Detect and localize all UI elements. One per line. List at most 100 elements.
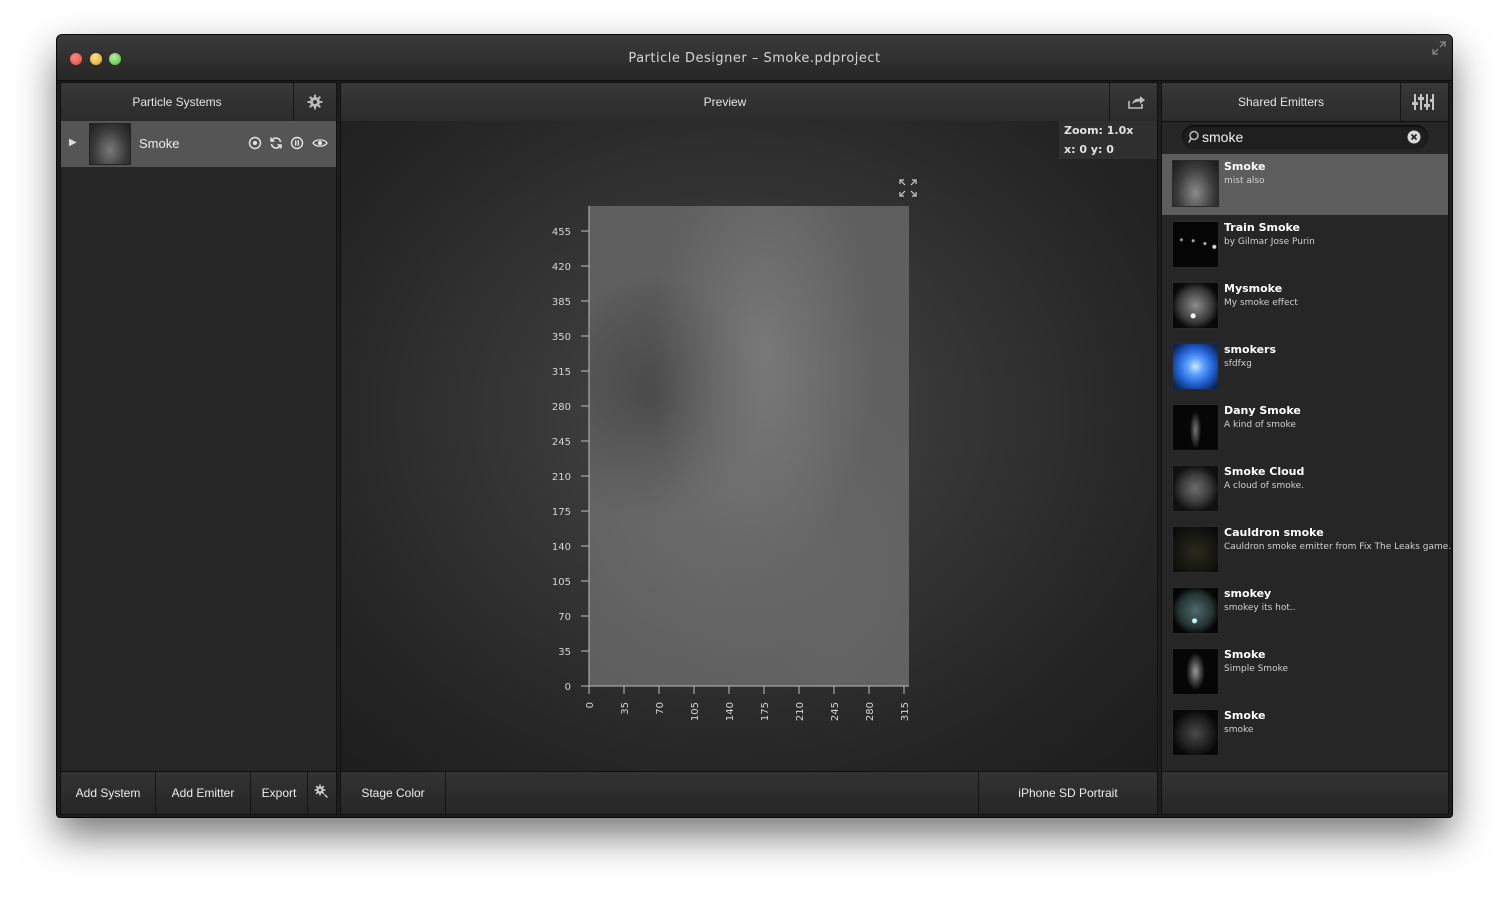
export-button[interactable]: Export (251, 772, 307, 814)
emitter-description: by Gilmar Jose Purin (1224, 237, 1315, 247)
search-input[interactable] (1202, 127, 1402, 147)
zoom-label: Zoom: 1.0x (1064, 124, 1134, 137)
emitter-thumbnail (1172, 221, 1219, 268)
y-tick-label: 385 (552, 297, 571, 308)
emitter-thumbnail (1172, 587, 1219, 634)
y-tick-label: 70 (558, 612, 571, 623)
emitter-item[interactable]: Dany Smoke A kind of smoke (1162, 398, 1448, 459)
eye-icon[interactable] (312, 136, 328, 150)
emitter-thumbnail (1172, 404, 1219, 451)
x-tick-label: 210 (795, 702, 806, 721)
emitter-thumbnail (1172, 526, 1219, 573)
preview-panel: Preview 455 420 385 350 315 280 245 210 175 140 10… (340, 82, 1158, 815)
emitter-thumbnail (1172, 465, 1219, 512)
add-emitter-button[interactable]: Add Emitter (156, 772, 250, 814)
x-tick-label: 0 (585, 702, 596, 708)
gear-small-icon[interactable] (314, 784, 330, 800)
share-icon[interactable] (1126, 93, 1146, 111)
emitter-title: Mysmoke (1224, 282, 1283, 295)
refresh-icon[interactable] (269, 136, 283, 150)
emitter-title: Smoke (1224, 648, 1266, 661)
y-tick-label: 105 (552, 577, 571, 588)
panel-title: Particle Systems (132, 95, 222, 109)
emitter-title: smokers (1224, 343, 1277, 356)
preview-header: Preview (341, 83, 1157, 122)
app-window: Particle Designer – Smoke.pdproject Part… (57, 35, 1452, 817)
title-bar[interactable]: Particle Designer – Smoke.pdproject (57, 35, 1452, 81)
gear-icon[interactable] (306, 93, 324, 111)
particle-systems-header: Particle Systems (61, 83, 336, 122)
pause-icon[interactable] (290, 136, 304, 150)
emitter-title: Smoke Cloud (1224, 465, 1305, 478)
shared-emitters-title: Shared Emitters (1237, 95, 1325, 109)
y-tick-label: 210 (552, 472, 571, 483)
emitter-description: A cloud of smoke. (1224, 481, 1305, 491)
fullscreen-icon[interactable] (1432, 41, 1446, 55)
emitter-title: Train Smoke (1224, 221, 1300, 234)
emitter-description: smokey its hot.. (1224, 603, 1296, 613)
x-tick-label: 245 (830, 702, 841, 721)
emitter-thumbnail (1172, 282, 1219, 329)
emitter-list: Smoke mist also Train Smoke by Gilmar Jo… (1162, 154, 1451, 764)
emitter-item[interactable]: Smoke mist also (1162, 154, 1448, 215)
emitter-thumbnail (1172, 160, 1219, 207)
system-thumbnail (89, 123, 131, 165)
emitter-description: My smoke effect (1224, 298, 1298, 308)
y-tick-label: 140 (552, 542, 571, 553)
preview-canvas[interactable]: 455 420 385 350 315 280 245 210 175 140 105 70 35 0 0 3… (341, 121, 1157, 772)
emitter-thumbnail (1172, 648, 1219, 695)
y-tick-label: 420 (552, 262, 571, 273)
shared-emitters-footer (1162, 771, 1448, 814)
emitter-description: sfdfxg (1224, 359, 1252, 369)
emitter-item[interactable]: Train Smoke by Gilmar Jose Purin (1162, 215, 1448, 276)
y-tick-label: 350 (552, 332, 571, 343)
emitter-description: Simple Smoke (1224, 664, 1289, 674)
system-name: Smoke (139, 136, 180, 151)
emitter-search[interactable] (1182, 125, 1428, 149)
clear-search-icon[interactable] (1407, 130, 1421, 144)
x-tick-label: 35 (620, 702, 631, 715)
emitter-thumbnail (1172, 709, 1219, 756)
emitter-description: smoke (1224, 725, 1254, 735)
emitter-item[interactable]: Smoke Simple Smoke (1162, 642, 1448, 703)
emitter-title: Cauldron smoke (1224, 526, 1324, 539)
y-tick-label: 315 (552, 367, 571, 378)
add-system-button[interactable]: Add System (61, 772, 155, 814)
emitter-item[interactable]: Mysmoke My smoke effect (1162, 276, 1448, 337)
y-tick-label: 0 (565, 682, 571, 693)
emitter-title: smokey (1224, 587, 1272, 600)
emitter-title: Smoke (1224, 160, 1266, 173)
y-tick-label: 280 (552, 402, 571, 413)
window-title: Particle Designer – Smoke.pdproject (628, 51, 881, 66)
stage-color-button[interactable]: Stage Color (341, 772, 445, 814)
emitter-thumbnail (1172, 343, 1219, 390)
particle-systems-panel: Particle Systems ▶ Smoke Add System Add … (60, 82, 337, 815)
zoom-readout: Zoom: 1.0x x: 0 y: 0 (1059, 121, 1157, 159)
emitter-item[interactable]: Smoke Cloud A cloud of smoke. (1162, 459, 1448, 520)
system-row-smoke[interactable]: ▶ Smoke (61, 121, 336, 167)
x-tick-label: 140 (725, 702, 736, 721)
emitter-item[interactable]: Cauldron smoke Cauldron smoke emitter fr… (1162, 520, 1451, 581)
emitter-description: mist also (1224, 176, 1265, 186)
coords-label: x: 0 y: 0 (1064, 143, 1114, 156)
preview-footer: Stage Color iPhone SD Portrait (341, 771, 1157, 814)
sliders-icon[interactable] (1412, 93, 1434, 111)
particle-systems-footer: Add System Add Emitter Export (61, 771, 336, 814)
y-tick-label: 245 (552, 437, 571, 448)
x-tick-label: 280 (865, 702, 876, 721)
target-icon[interactable] (248, 136, 262, 150)
y-tick-label: 35 (558, 647, 571, 658)
emitter-item[interactable]: smokey smokey its hot.. (1162, 581, 1448, 642)
shared-emitters-panel: Shared Emitters smoke Smoke mist also Tr… (1161, 82, 1451, 815)
disclosure-triangle-icon[interactable]: ▶ (69, 137, 77, 148)
x-tick-label: 105 (690, 702, 701, 721)
emitter-description: A kind of smoke (1224, 420, 1296, 430)
emitter-title: Dany Smoke (1224, 404, 1301, 417)
search-icon (1188, 130, 1199, 143)
shared-emitters-header: Shared Emitters (1162, 83, 1448, 122)
emitter-item[interactable]: smokers sfdfxg (1162, 337, 1448, 398)
y-tick-label: 455 (552, 227, 571, 238)
emitter-item[interactable]: Smoke smoke (1162, 703, 1448, 764)
device-selector[interactable]: iPhone SD Portrait (979, 772, 1157, 814)
x-tick-label: 315 (900, 702, 911, 721)
